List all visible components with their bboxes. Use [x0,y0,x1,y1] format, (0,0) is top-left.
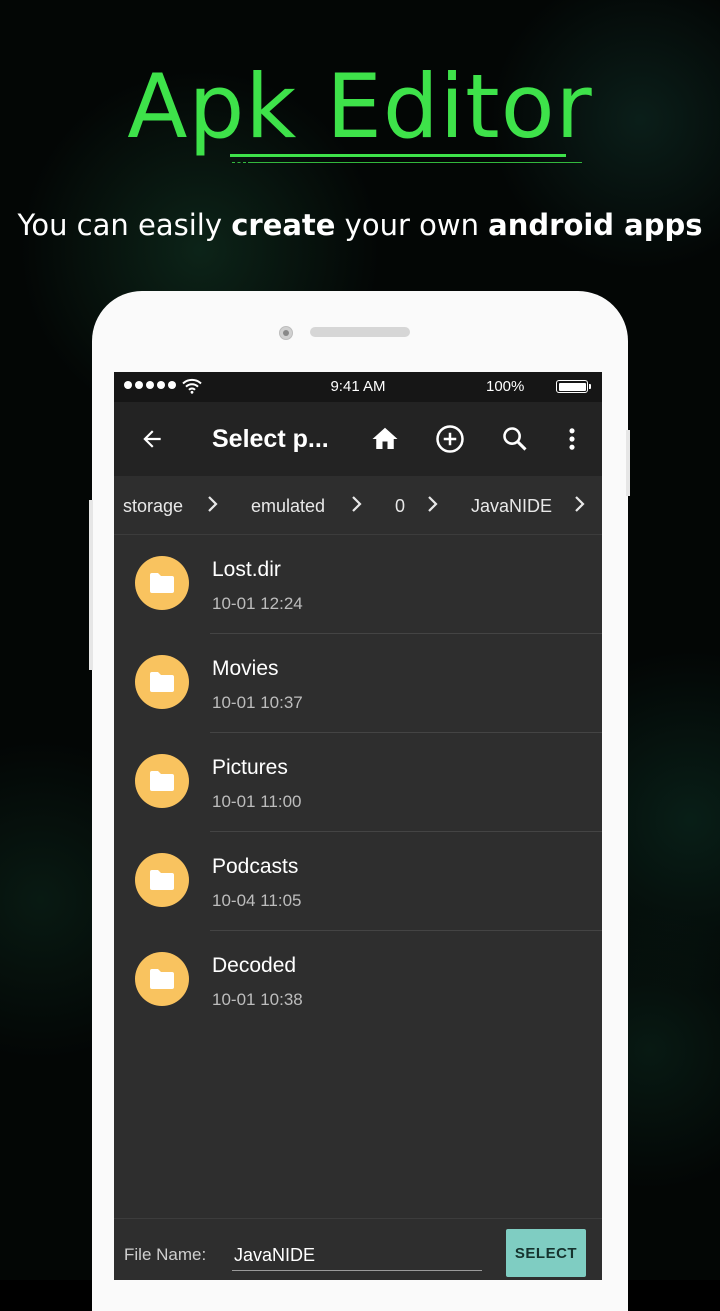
breadcrumb-item-0[interactable]: 0 [395,496,405,517]
more-vert-icon[interactable] [557,424,587,454]
file-name-label: File Name: [124,1245,207,1264]
tagline-part: your own [335,208,489,242]
toolbar-title: Select p... [212,425,329,453]
battery-percent: 100% [486,378,525,395]
list-item[interactable]: Lost.dir 10-01 12:24 [114,535,602,634]
breadcrumb-item-javanide[interactable]: JavaNIDE [471,496,552,517]
chevron-right-icon [208,496,218,512]
tagline-emphasis: android apps [488,208,703,242]
folder-icon [135,853,189,907]
phone-camera [279,326,293,340]
file-date: 10-01 11:00 [212,792,302,811]
tagline: You can easily create your own android a… [0,205,720,245]
file-date: 10-04 11:05 [212,891,302,910]
file-name: Lost.dir [212,558,281,581]
list-item[interactable]: Movies 10-01 10:37 [114,634,602,733]
phone-screen: 9:41 AM 100% Select p... storage emulate… [114,372,602,1280]
search-icon[interactable] [500,424,530,454]
headline-underline [230,154,566,157]
phone-speaker [310,327,410,337]
battery-icon [556,380,591,393]
app-toolbar: Select p... [114,402,602,476]
file-name-input[interactable] [232,1241,482,1271]
chevron-right-icon [428,496,438,512]
headline: Apk Editor [127,55,593,158]
folder-icon [135,556,189,610]
list-item[interactable]: Pictures 10-01 11:00 [114,733,602,832]
file-name: Movies [212,657,279,680]
back-arrow-icon[interactable] [137,424,167,454]
chevron-right-icon [575,496,585,512]
breadcrumb: storage emulated 0 JavaNIDE [114,476,602,535]
file-name: Pictures [212,756,288,779]
file-name: Decoded [212,954,297,977]
file-date: 10-01 12:24 [212,594,303,613]
file-date: 10-01 10:37 [212,693,303,712]
file-name-bar: File Name: SELECT [114,1218,602,1280]
add-circle-icon[interactable] [435,424,465,454]
list-item[interactable]: Podcasts 10-04 11:05 [114,832,602,931]
phone-side-button [89,500,93,670]
tagline-emphasis: create [231,208,336,242]
folder-icon [135,655,189,709]
status-time: 9:41 AM [330,378,386,395]
tagline-part: You can easily [17,208,232,242]
chevron-right-icon [352,496,362,512]
select-button[interactable]: SELECT [506,1229,586,1277]
breadcrumb-item-storage[interactable]: storage [123,496,183,517]
headline-underline-thin [248,162,582,163]
breadcrumb-item-emulated[interactable]: emulated [251,496,325,517]
file-date: 10-01 10:38 [212,990,303,1009]
headline-underline-dash [232,162,246,164]
home-icon[interactable] [370,424,400,454]
status-bar: 9:41 AM 100% [114,372,602,402]
phone-power-button [626,430,630,496]
file-name: Podcasts [212,855,299,878]
list-item[interactable]: Decoded 10-01 10:38 [114,931,602,1030]
folder-icon [135,754,189,808]
folder-icon [135,952,189,1006]
file-list: Lost.dir 10-01 12:24 Movies 10-01 10:37 … [114,535,602,1030]
